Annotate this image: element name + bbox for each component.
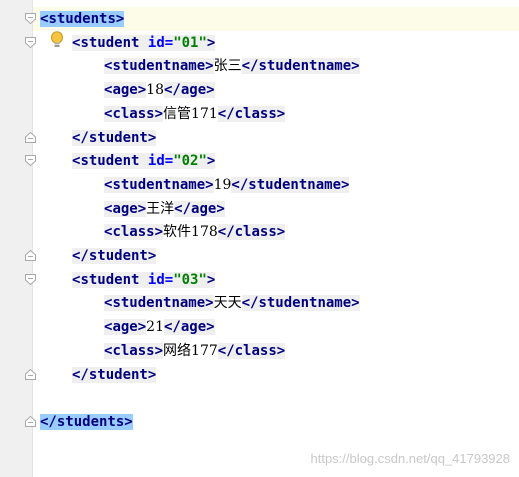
- code-line[interactable]: </student>: [72, 127, 157, 149]
- code-line[interactable]: <age>21</age>: [104, 316, 215, 338]
- tag-name: age: [180, 82, 207, 99]
- close-tag: </studentname>: [241, 295, 360, 312]
- code-line[interactable]: <studentname>天天</studentname>: [104, 292, 360, 314]
- element-text: 网络177: [163, 342, 218, 359]
- open-tag: <studentname>: [104, 295, 214, 312]
- code-line[interactable]: <student id="01">: [72, 32, 216, 54]
- open-tag: <age>: [104, 319, 147, 336]
- close-tag: </student>: [72, 129, 157, 146]
- lightbulb-icon[interactable]: [50, 31, 64, 49]
- code-line[interactable]: <class>网络177</class>: [104, 340, 286, 362]
- code-line[interactable]: </student>: [72, 245, 157, 267]
- attribute-value: "03": [173, 271, 207, 288]
- tag-name: class: [234, 105, 277, 122]
- tag-name: studentname: [248, 176, 341, 193]
- tag-name: students: [48, 11, 116, 27]
- tag-name: studentname: [258, 295, 352, 312]
- open-tag: <age>: [104, 200, 147, 217]
- tag-name: student: [88, 248, 148, 264]
- element-text: 王洋: [146, 200, 175, 217]
- element-text: 软件178: [163, 224, 218, 241]
- tag-name: studentname: [112, 58, 206, 75]
- tag-name: age: [112, 319, 138, 336]
- attribute-equals: =: [164, 271, 174, 288]
- open-tag: <age>: [104, 82, 147, 99]
- element-text: 18: [146, 82, 164, 99]
- tag-name: class: [112, 224, 155, 241]
- watermark: https://blog.csdn.net/qq_41793928: [310, 451, 511, 466]
- code-line[interactable]: <age>王洋</age>: [104, 198, 225, 220]
- attribute-name: id: [147, 271, 165, 288]
- tag-name: age: [180, 319, 207, 336]
- open-tag: <student id="01">: [72, 34, 216, 51]
- close-tag: </students>: [40, 413, 133, 430]
- fold-end-icon[interactable]: [25, 368, 36, 380]
- fold-end-icon[interactable]: [25, 250, 36, 261]
- code-line[interactable]: </students>: [40, 411, 133, 433]
- tag-name: studentname: [112, 295, 206, 312]
- code-line[interactable]: <studentname>张三</studentname>: [104, 55, 360, 77]
- code-line[interactable]: <student id="03">: [72, 269, 216, 291]
- fold-expanded-icon[interactable]: [25, 273, 36, 285]
- tag-name: class: [112, 105, 155, 122]
- attribute-value: "01": [173, 34, 207, 51]
- tag-name: studentname: [258, 58, 352, 75]
- close-tag: </age>: [164, 82, 215, 99]
- attribute-name: id: [147, 34, 165, 51]
- close-tag: </student>: [72, 366, 157, 383]
- tag-name: age: [112, 82, 138, 99]
- open-tag: <students>: [40, 11, 125, 27]
- open-tag: <class>: [104, 224, 164, 241]
- close-tag: </studentname>: [241, 58, 360, 75]
- tag-name: class: [112, 342, 155, 359]
- close-tag: </class>: [217, 105, 286, 122]
- open-tag: <class>: [104, 105, 164, 122]
- close-tag: </age>: [164, 319, 215, 336]
- fold-expanded-icon[interactable]: [25, 155, 36, 167]
- open-tag: <class>: [104, 342, 164, 359]
- code-line[interactable]: </student>: [72, 364, 157, 386]
- code-line[interactable]: <students>: [40, 8, 125, 30]
- element-text: 信管171: [163, 105, 218, 122]
- code-line[interactable]: <student id="02">: [72, 150, 216, 172]
- element-text: 天天: [213, 295, 242, 312]
- tag-name: student: [88, 366, 148, 383]
- tag-name: student: [80, 34, 140, 51]
- tag-name: student: [80, 153, 140, 170]
- open-tag: <studentname>: [104, 176, 214, 193]
- tag-name: age: [191, 200, 217, 217]
- attribute-name: id: [147, 153, 165, 170]
- element-text: 21: [146, 319, 164, 336]
- open-tag: <student id="03">: [72, 271, 216, 288]
- tag-name: class: [234, 224, 277, 241]
- element-text: 19: [213, 176, 232, 193]
- open-tag: <studentname>: [104, 58, 214, 75]
- fold-end-icon[interactable]: [25, 415, 36, 427]
- fold-expanded-icon[interactable]: [25, 13, 36, 24]
- open-tag: <student id="02">: [72, 153, 216, 170]
- close-tag: </class>: [217, 224, 286, 241]
- close-tag: </studentname>: [231, 176, 350, 193]
- code-line[interactable]: <class>软件178</class>: [104, 221, 286, 243]
- close-tag: </class>: [217, 342, 286, 359]
- tag-name: class: [234, 342, 277, 359]
- code-line[interactable]: <studentname>19</studentname>: [104, 174, 350, 196]
- attribute-value: "02": [173, 153, 207, 170]
- attribute-equals: =: [164, 153, 174, 170]
- tag-name: studentname: [112, 176, 206, 193]
- code-line[interactable]: <age>18</age>: [104, 79, 215, 101]
- tag-name: age: [112, 200, 138, 217]
- code-line[interactable]: <class>信管171</class>: [104, 103, 286, 125]
- close-tag: </age>: [174, 200, 225, 217]
- tag-name: student: [80, 271, 140, 288]
- fold-end-icon[interactable]: [25, 131, 36, 143]
- close-tag: </student>: [72, 248, 157, 264]
- element-text: 张三: [213, 58, 242, 75]
- tag-name: students: [56, 413, 125, 430]
- fold-expanded-icon[interactable]: [25, 36, 36, 48]
- tag-name: student: [88, 129, 148, 146]
- attribute-equals: =: [164, 34, 174, 51]
- editor-gutter[interactable]: [0, 0, 33, 477]
